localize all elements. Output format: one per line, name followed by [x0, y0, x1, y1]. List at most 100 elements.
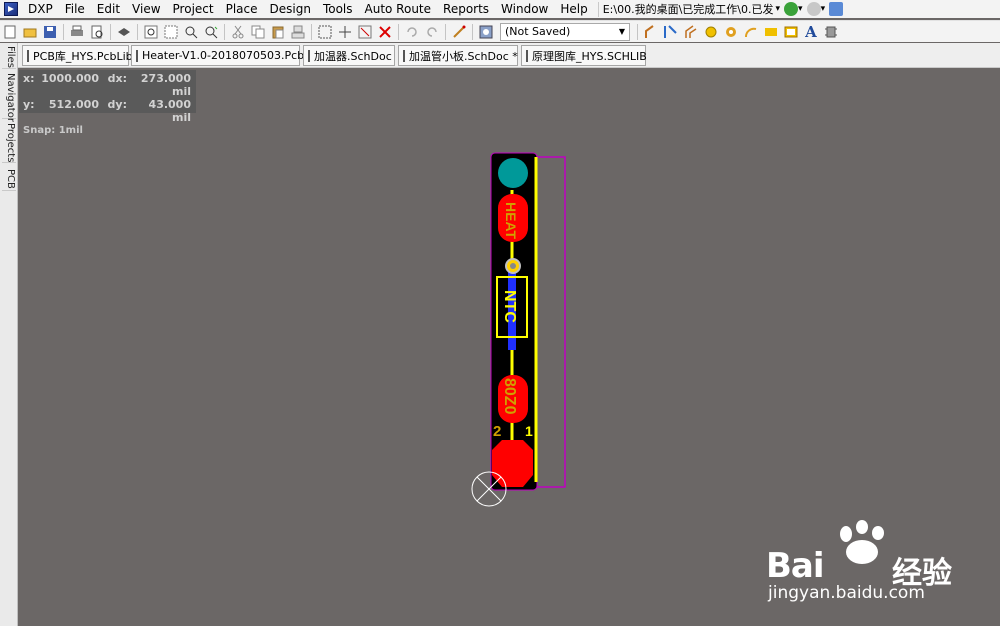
via-hole — [510, 263, 516, 269]
zoom-fit-icon[interactable] — [143, 24, 159, 40]
menu-bar: DXP File Edit View Project Place Design … — [0, 0, 1000, 18]
side-tab-navigator[interactable]: Navigator — [2, 73, 16, 122]
copy-icon[interactable] — [250, 24, 266, 40]
silk-pin2-label: 2 — [493, 423, 501, 440]
place-polygon-icon[interactable] — [783, 24, 799, 40]
clear-filter-icon[interactable] — [377, 24, 393, 40]
coordinates-hud: x: 1000.000 dx: 273.000 mil y: 512.000 d… — [19, 70, 196, 136]
menu-design[interactable]: Design — [264, 0, 317, 18]
path-dropdown-icon[interactable]: ▾ — [776, 4, 781, 14]
tab-heater-board-schdoc[interactable]: 加温管小板.SchDoc * — [398, 45, 518, 66]
zoom-selected-icon[interactable] — [183, 24, 199, 40]
redo-icon[interactable] — [424, 24, 440, 40]
dy-label: dy: — [107, 98, 127, 111]
toolbar-divider — [63, 23, 64, 40]
pcblib-icon — [27, 49, 29, 62]
toolbar-divider — [637, 23, 638, 40]
y-value: 512.000 — [48, 98, 99, 111]
home-icon[interactable] — [829, 2, 844, 16]
chevron-down-icon: ▼ — [618, 27, 625, 36]
side-tab-projects[interactable]: Projects — [2, 123, 16, 163]
tab-label: 加温管小板.SchDoc * — [409, 49, 518, 63]
tab-label: 原理图库_HYS.SCHLIB — [532, 49, 647, 63]
menu-view[interactable]: View — [126, 0, 166, 18]
toolbar-divider — [311, 23, 312, 40]
toolbar-divider — [137, 23, 138, 40]
zoom-area-icon[interactable] — [163, 24, 179, 40]
select-area-icon[interactable] — [317, 24, 333, 40]
tab-pcblib[interactable]: PCB库_HYS.PcbLib — [22, 45, 133, 66]
baidu-paw-icon — [840, 520, 884, 564]
toolbar-divider — [472, 23, 473, 40]
pcbdoc-icon — [136, 49, 138, 62]
layer-stack-icon[interactable] — [116, 24, 132, 40]
print-preview-icon[interactable] — [89, 24, 105, 40]
tab-heater-schdoc[interactable]: 加温器.SchDoc — [303, 45, 395, 66]
menu-edit[interactable]: Edit — [91, 0, 126, 18]
tab-schlib[interactable]: 原理图库_HYS.SCHLIB — [521, 45, 647, 66]
document-path[interactable]: E:\00.我的桌面\已完成工作\0.已发 — [597, 1, 778, 17]
dy-value: 43.000 mil — [148, 98, 191, 124]
y-label: y: — [23, 98, 35, 111]
forward-icon[interactable] — [806, 2, 821, 16]
pcb-variant-select[interactable]: (Not Saved) ▼ — [500, 22, 630, 41]
tab-label: 加温器.SchDoc — [314, 49, 392, 63]
route-multi-icon[interactable] — [683, 24, 699, 40]
menu-tools[interactable]: Tools — [317, 0, 359, 18]
schdoc-icon — [403, 49, 405, 62]
pcb-footprint[interactable]: HEAT NTC 80Z0 2 1 — [470, 150, 570, 510]
toolbar-divider — [110, 23, 111, 40]
menu-window[interactable]: Window — [495, 0, 554, 18]
back-icon[interactable] — [784, 2, 799, 16]
component-outline — [535, 156, 566, 488]
tab-label: Heater-V1.0-2018070503.PcbDoc — [142, 49, 326, 62]
side-tab-pcb[interactable]: PCB — [2, 167, 16, 191]
save-icon[interactable] — [42, 24, 58, 40]
place-fill-icon[interactable] — [763, 24, 779, 40]
side-tab-files[interactable]: Files — [2, 45, 16, 69]
deselect-icon[interactable] — [357, 24, 373, 40]
place-arc-icon[interactable] — [743, 24, 759, 40]
back-dropdown-icon[interactable]: ▾ — [798, 4, 803, 14]
interactive-route-icon[interactable] — [643, 24, 659, 40]
menu-project[interactable]: Project — [167, 0, 220, 18]
zoom-filtered-icon[interactable] — [203, 24, 219, 40]
cross-probe-icon[interactable] — [451, 24, 467, 40]
silk-heater-label: HEAT — [503, 202, 519, 240]
place-string-icon[interactable]: A — [803, 24, 819, 40]
dxp-logo-icon[interactable] — [4, 2, 18, 16]
menu-place[interactable]: Place — [220, 0, 264, 18]
rubber-stamp-icon[interactable] — [290, 24, 306, 40]
route-diff-pair-icon[interactable] — [663, 24, 679, 40]
cut-icon[interactable] — [230, 24, 246, 40]
toolbar-divider — [398, 23, 399, 40]
place-via-icon[interactable] — [723, 24, 739, 40]
schdoc-icon — [308, 49, 310, 62]
tab-label: PCB库_HYS.PcbLib — [33, 49, 133, 63]
x-value: 1000.000 — [41, 72, 99, 85]
watermark-url: jingyan.baidu.com — [768, 583, 925, 603]
browse-component-icon[interactable] — [478, 24, 494, 40]
menu-dxp[interactable]: DXP — [22, 0, 59, 18]
menu-auto-route[interactable]: Auto Route — [359, 0, 438, 18]
open-folder-icon[interactable] — [22, 24, 38, 40]
toolbar-divider — [224, 23, 225, 40]
main-toolbar: (Not Saved) ▼ A — [0, 20, 1000, 42]
x-label: x: — [23, 72, 35, 85]
menu-reports[interactable]: Reports — [437, 0, 495, 18]
silk-part-label: 80Z0 — [501, 378, 518, 415]
silk-ntc-label: NTC — [501, 290, 518, 323]
teal-pad[interactable] — [498, 158, 528, 188]
menu-file[interactable]: File — [59, 0, 91, 18]
place-component-icon[interactable] — [823, 24, 839, 40]
menu-help[interactable]: Help — [554, 0, 593, 18]
new-document-icon[interactable] — [2, 24, 18, 40]
paste-icon[interactable] — [270, 24, 286, 40]
forward-dropdown-icon[interactable]: ▾ — [821, 4, 826, 14]
place-pad-icon[interactable] — [703, 24, 719, 40]
print-icon[interactable] — [69, 24, 85, 40]
tab-heater-pcbdoc[interactable]: Heater-V1.0-2018070503.PcbDoc — [131, 45, 325, 66]
undo-icon[interactable] — [404, 24, 420, 40]
toolbar-divider — [445, 23, 446, 40]
move-icon[interactable] — [337, 24, 353, 40]
